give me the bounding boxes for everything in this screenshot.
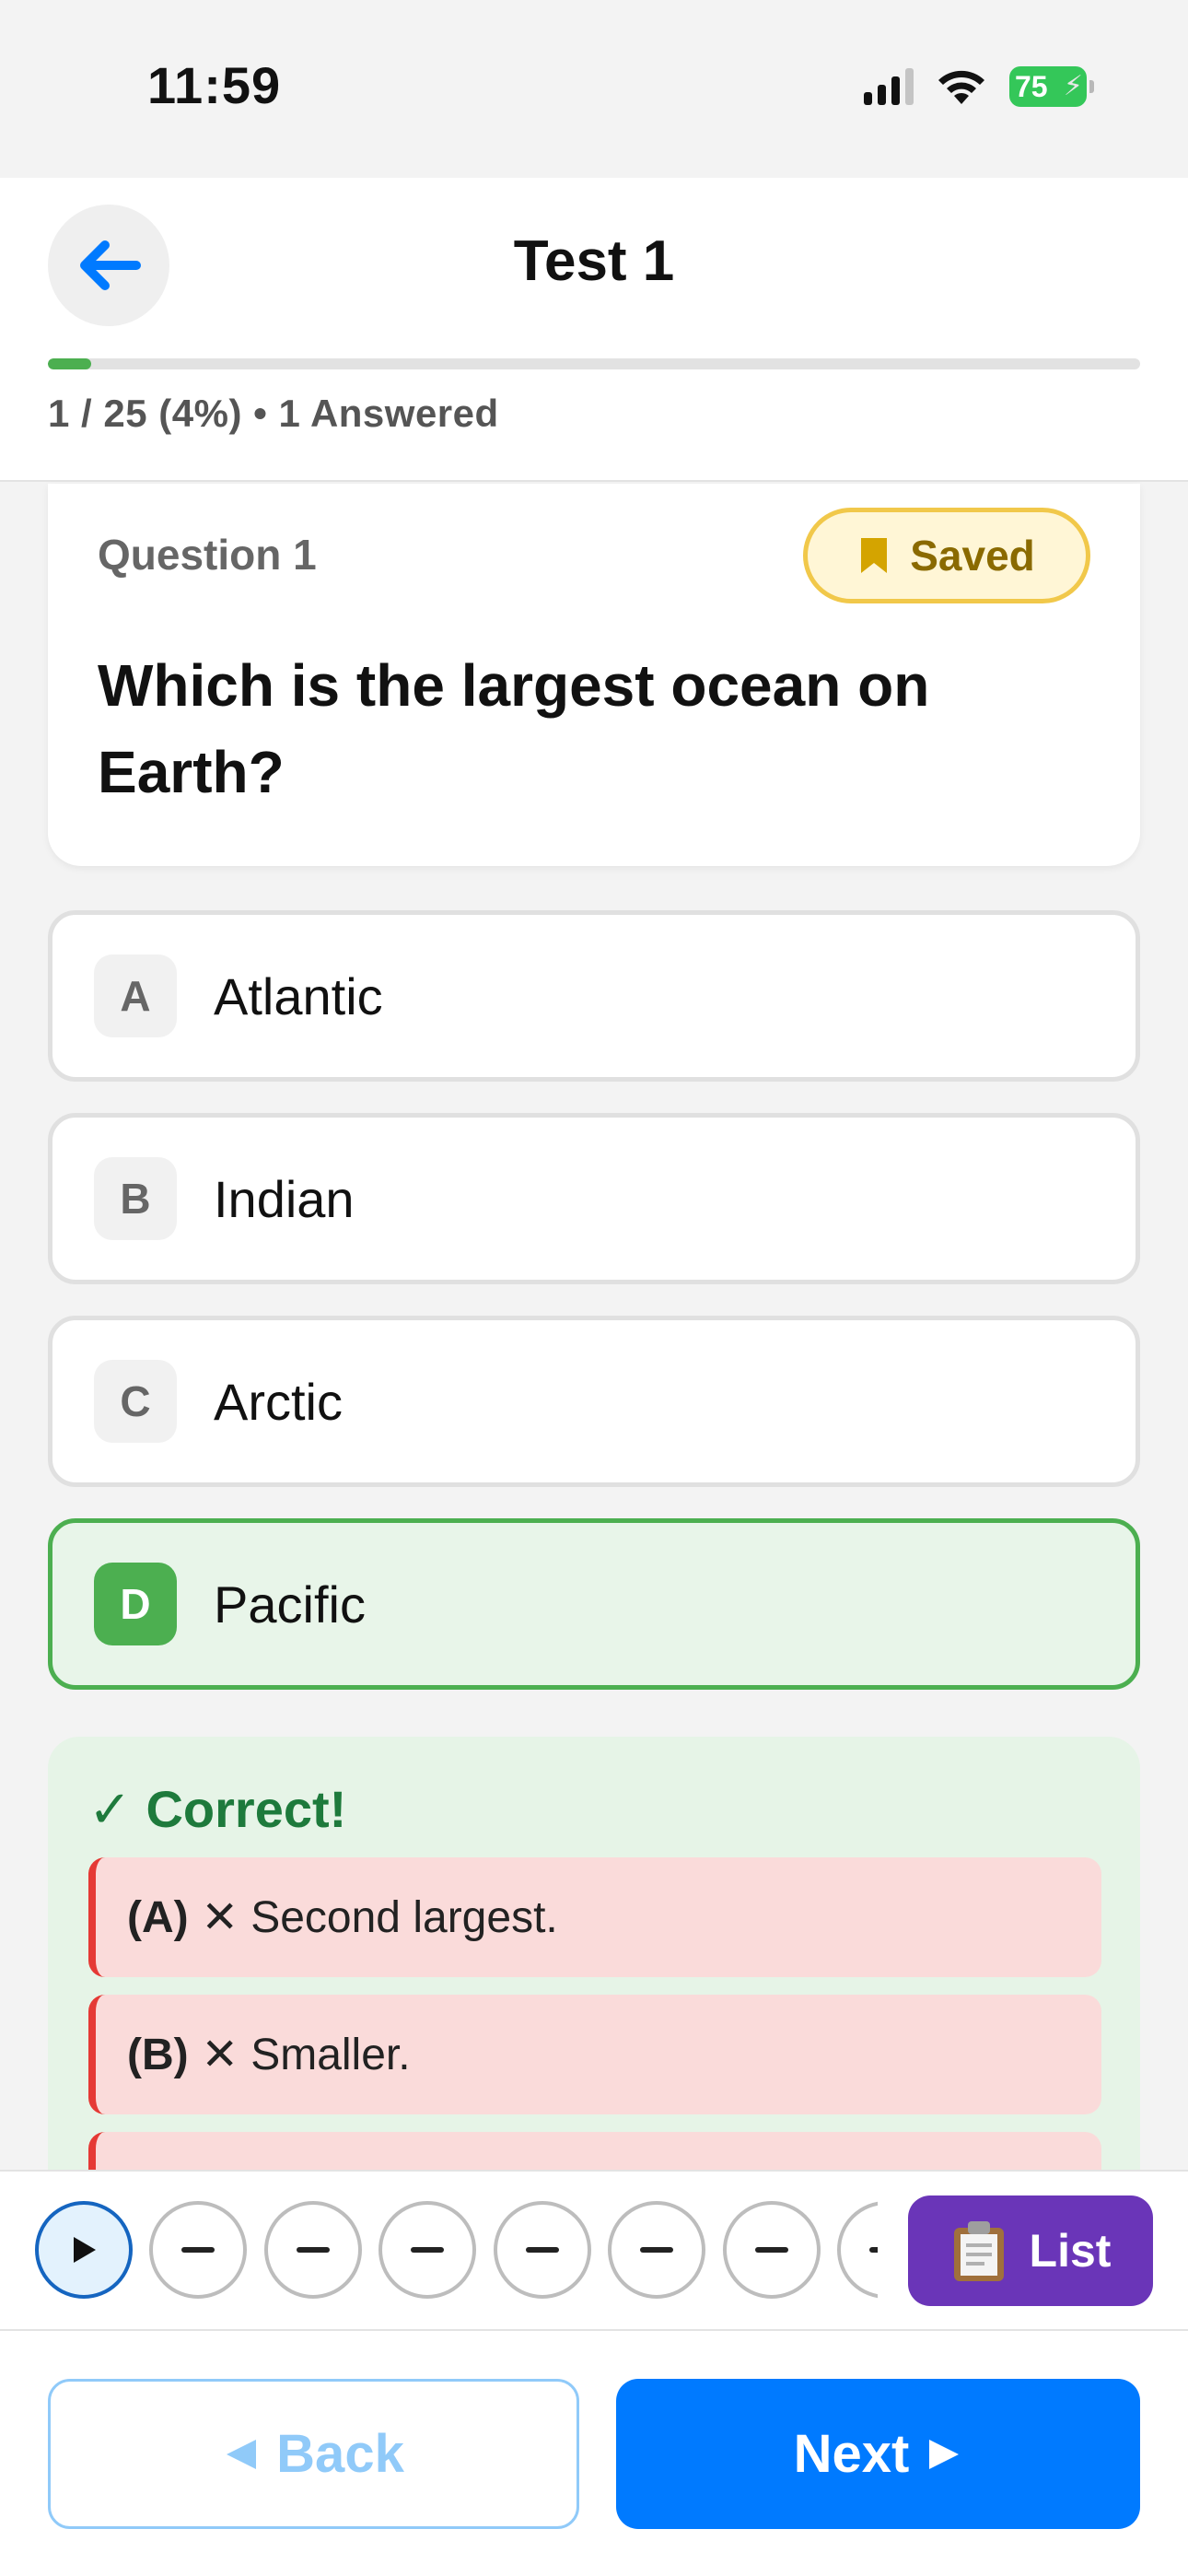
- question-dots[interactable]: [35, 2201, 878, 2302]
- unanswered-dash: [640, 2247, 673, 2253]
- option-text: Pacific: [214, 1575, 366, 1633]
- play-icon: [74, 2237, 96, 2263]
- next-button[interactable]: Next: [616, 2379, 1140, 2529]
- explanation-tag: (B): [127, 2030, 189, 2079]
- question-dot[interactable]: [149, 2201, 247, 2299]
- option-text: Arctic: [214, 1372, 343, 1431]
- page-title: Test 1: [513, 229, 675, 293]
- charging-bolt-icon: ⚡: [1063, 71, 1083, 101]
- battery-charging-icon: 75 ⚡: [1009, 66, 1094, 107]
- cellular-signal-icon: [864, 68, 914, 105]
- feedback-panel: ✓ Correct! (A) ✕ Second largest. (B) ✕ S…: [48, 1737, 1140, 2170]
- unanswered-dash: [411, 2247, 444, 2253]
- triangle-right-icon: [929, 2439, 960, 2469]
- explanation-item: (B) ✕ Smaller.: [88, 1995, 1101, 2114]
- status-bar: 11:59 75 ⚡: [0, 0, 1188, 178]
- triangle-left-icon: [227, 2439, 257, 2469]
- explanation-tag: (A): [127, 1892, 189, 1942]
- saved-button[interactable]: Saved: [803, 508, 1090, 603]
- unanswered-dash: [181, 2247, 215, 2253]
- progress-bar: [48, 358, 1140, 369]
- saved-label: Saved: [910, 532, 1035, 580]
- explanation-text: ✕ Smaller.: [201, 2031, 411, 2079]
- next-label: Next: [793, 2424, 910, 2484]
- feedback-title: ✓ Correct!: [88, 1780, 347, 1838]
- progress-fill: [48, 358, 92, 369]
- explanation-item: [88, 2132, 1101, 2170]
- wifi-icon: [938, 70, 984, 104]
- unanswered-dash: [526, 2247, 559, 2253]
- question-dot[interactable]: [608, 2201, 705, 2299]
- unanswered-dash: [755, 2247, 788, 2253]
- status-time: 11:59: [147, 56, 282, 114]
- unanswered-dash: [297, 2247, 330, 2253]
- explanation-text: ✕ Second largest.: [201, 1893, 558, 1942]
- battery-level: 75: [1015, 69, 1048, 103]
- question-dot[interactable]: [723, 2201, 821, 2299]
- question-text: Which is the largest ocean on Earth?: [98, 652, 930, 805]
- question-number: Question 1: [98, 531, 317, 579]
- list-button[interactable]: List: [908, 2195, 1153, 2306]
- bottom-bar: Back Next: [0, 2331, 1188, 2576]
- option-a[interactable]: A Atlantic: [48, 910, 1140, 1082]
- question-dot[interactable]: [494, 2201, 591, 2299]
- progress-text: 1 / 25 (4%) • 1 Answered: [48, 392, 499, 435]
- option-c[interactable]: C Arctic: [48, 1316, 1140, 1487]
- option-text: Indian: [214, 1169, 355, 1228]
- option-letter: A: [94, 954, 177, 1037]
- question-dot[interactable]: [379, 2201, 476, 2299]
- option-d[interactable]: D Pacific: [48, 1518, 1140, 1690]
- status-icons: 75 ⚡: [864, 64, 1094, 109]
- option-text: Atlantic: [214, 966, 383, 1025]
- list-label: List: [1029, 2225, 1112, 2277]
- question-dot[interactable]: [837, 2201, 878, 2299]
- question-dot[interactable]: [264, 2201, 362, 2299]
- header: Test 1 1 / 25 (4%) • 1 Answered: [0, 178, 1188, 482]
- option-letter: D: [94, 1563, 177, 1645]
- question-card: Question 1 Saved Which is the largest oc…: [48, 484, 1140, 866]
- unanswered-dash: [869, 2247, 878, 2253]
- option-letter: B: [94, 1157, 177, 1240]
- back-label: Back: [276, 2424, 404, 2484]
- option-letter: C: [94, 1360, 177, 1443]
- bookmark-icon: [861, 538, 888, 573]
- explanation-item: (A) ✕ Second largest.: [88, 1857, 1101, 1977]
- question-navigator: List: [0, 2170, 1188, 2331]
- option-b[interactable]: B Indian: [48, 1113, 1140, 1284]
- back-button[interactable]: Back: [48, 2379, 579, 2529]
- question-dot-current[interactable]: [35, 2201, 133, 2299]
- clipboard-icon: [953, 2221, 1004, 2281]
